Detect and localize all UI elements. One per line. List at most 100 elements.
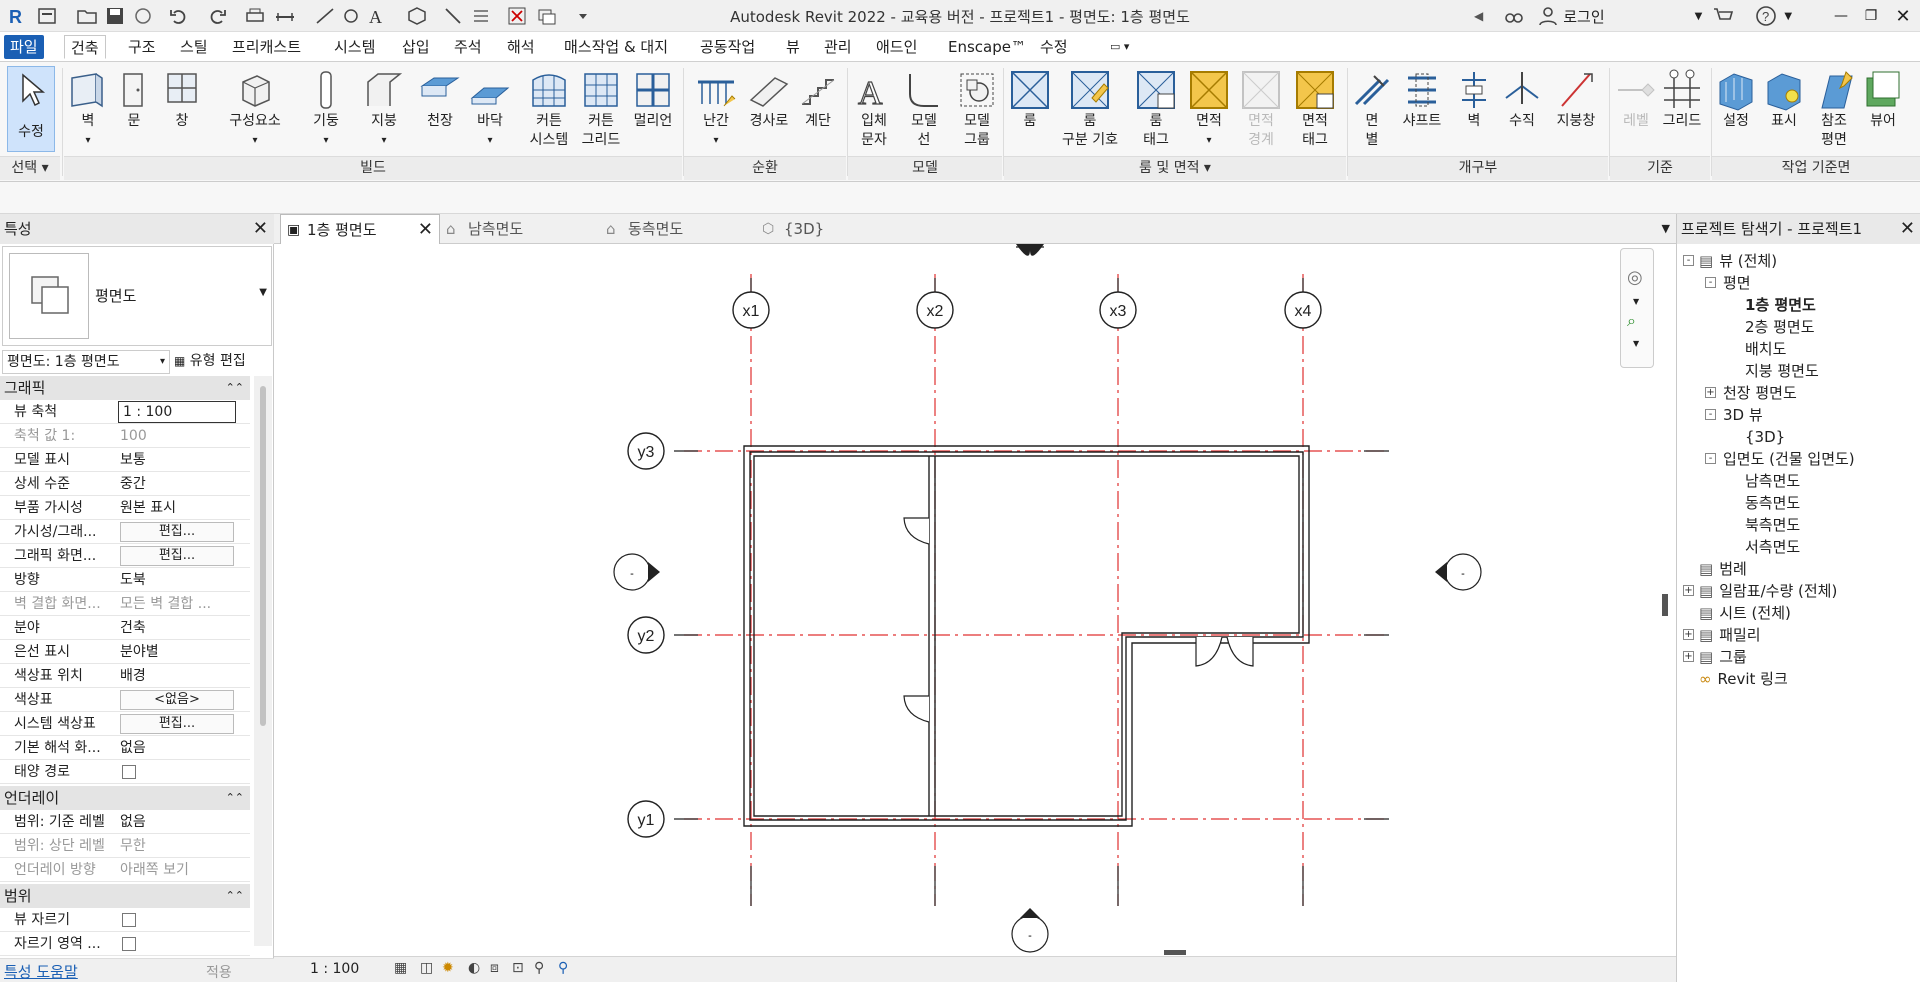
- prop-display-model[interactable]: 모델 표시 보통: [0, 448, 250, 472]
- tab-structure[interactable]: 구조: [122, 35, 162, 59]
- prop-color-scheme-location[interactable]: 색상표 위치 배경: [0, 664, 250, 688]
- tree-expander[interactable]: +: [1683, 651, 1694, 662]
- properties-scrollbar[interactable]: [254, 376, 272, 946]
- elevation-marker-west[interactable]: -: [613, 553, 660, 591]
- aligned-dimension-icon[interactable]: [314, 5, 336, 27]
- customize-qat-icon[interactable]: [572, 5, 594, 27]
- undo-icon[interactable]: [168, 5, 190, 27]
- browser-node[interactable]: ∞ Revit 링크: [1699, 668, 1788, 690]
- tab-list-dropdown-icon[interactable]: ▼: [1662, 222, 1670, 235]
- prop-orientation[interactable]: 방향 도북: [0, 568, 250, 592]
- sun-path-checkbox[interactable]: [122, 765, 136, 779]
- crop-region-checkbox[interactable]: [122, 937, 136, 951]
- login-link[interactable]: 로그인: [1563, 6, 1604, 27]
- tag-icon[interactable]: [340, 5, 362, 27]
- browser-node[interactable]: 천장 평면도: [1723, 382, 1797, 404]
- tab-enscape[interactable]: Enscape™: [942, 35, 1032, 59]
- zoom-dropdown-icon[interactable]: ▼: [1633, 339, 1639, 348]
- 3d-view-icon[interactable]: [406, 5, 428, 27]
- edit-type-button[interactable]: ▦ 유형 편집: [174, 350, 272, 374]
- help-dropdown-icon[interactable]: ▼: [1784, 11, 1792, 22]
- show-crop-icon[interactable]: ⊡: [512, 960, 524, 976]
- crop-view-checkbox[interactable]: [122, 913, 136, 927]
- redo-icon[interactable]: [206, 5, 228, 27]
- browser-node[interactable]: 동측면도: [1745, 492, 1800, 514]
- save-icon[interactable]: [104, 5, 126, 27]
- close-hidden-icon[interactable]: [506, 5, 528, 27]
- sun-path-icon[interactable]: ✹: [442, 960, 454, 976]
- canvas-scroll-thumb-vertical[interactable]: [1662, 594, 1668, 616]
- measure-icon[interactable]: [274, 5, 296, 27]
- tab-massing[interactable]: 매스작업 & 대지: [558, 35, 674, 59]
- prop-parts-visibility[interactable]: 부품 가시성 원본 표시: [0, 496, 250, 520]
- help-icon[interactable]: ?: [1754, 4, 1778, 28]
- browser-node[interactable]: 서측면도: [1745, 536, 1800, 558]
- browser-node[interactable]: ▤ 일람표/수량 (전체): [1699, 580, 1837, 602]
- doors[interactable]: [903, 517, 1254, 723]
- tab-view-1st-floor[interactable]: ▣ 1층 평면도 ✕: [280, 214, 440, 244]
- select-group-label[interactable]: 선택 ▾: [0, 156, 60, 180]
- prop-range-base-level[interactable]: 범위: 기준 레벨 없음: [0, 810, 250, 834]
- browser-node[interactable]: ▤ 시트 (전체): [1699, 602, 1791, 624]
- tree-expander[interactable]: -: [1705, 453, 1716, 464]
- tab-modify[interactable]: 수정: [1034, 35, 1074, 59]
- tab-manage[interactable]: 관리: [818, 35, 858, 59]
- view-scale-control[interactable]: 1 : 100: [310, 961, 359, 977]
- prop-detail-level[interactable]: 상세 수준 중간: [0, 472, 250, 496]
- revit-logo-icon[interactable]: R: [6, 5, 28, 27]
- browser-node[interactable]: 남측면도: [1745, 470, 1800, 492]
- detail-level-icon[interactable]: ▦: [394, 960, 407, 976]
- tab-architecture[interactable]: 건축: [64, 35, 106, 59]
- elevation-marker-south[interactable]: -: [1011, 908, 1049, 953]
- restore-icon[interactable]: ❐: [1860, 8, 1882, 24]
- tab-view-south[interactable]: ⌂ 남측면도: [442, 214, 592, 244]
- close-properties-icon[interactable]: ✕: [253, 214, 268, 244]
- prop-discipline[interactable]: 분야 건축: [0, 616, 250, 640]
- walls[interactable]: [743, 445, 1310, 827]
- room-area-group-label[interactable]: 룸 및 면적 ▾: [1004, 156, 1346, 180]
- tab-steel[interactable]: 스틸: [174, 35, 214, 59]
- thin-lines-icon[interactable]: [470, 5, 492, 27]
- tree-expander[interactable]: -: [1705, 409, 1716, 420]
- tree-expander[interactable]: -: [1683, 255, 1694, 266]
- tab-systems[interactable]: 시스템: [328, 35, 381, 59]
- browser-node[interactable]: ▤ 범례: [1699, 558, 1747, 580]
- browser-node[interactable]: 1층 평면도: [1745, 294, 1816, 316]
- tab-view-east[interactable]: ⌂ 동측면도: [602, 214, 752, 244]
- cart-icon[interactable]: [1712, 5, 1734, 27]
- tab-analyze[interactable]: 해석: [501, 35, 541, 59]
- user-icon[interactable]: [1537, 5, 1559, 27]
- reveal-hidden-icon[interactable]: ⚲: [558, 960, 568, 976]
- sync-icon[interactable]: [132, 5, 154, 27]
- visual-style-icon[interactable]: ◫: [420, 960, 433, 976]
- elevation-marker-east[interactable]: -: [1435, 553, 1482, 591]
- close-window-icon[interactable]: ✕: [1892, 6, 1914, 27]
- tab-view[interactable]: 뷰: [780, 35, 806, 59]
- minimize-icon[interactable]: —: [1830, 8, 1852, 24]
- shadows-icon[interactable]: ◐: [468, 960, 480, 976]
- temporary-hide-icon[interactable]: ⚲: [534, 960, 544, 976]
- canvas-scroll-thumb-horizontal[interactable]: [1164, 950, 1186, 955]
- zoom-region-icon[interactable]: ⌕: [1627, 311, 1636, 331]
- category-graphics[interactable]: 그래픽 ⌃⌃: [0, 376, 250, 400]
- type-preview[interactable]: 평면도 ▼: [2, 246, 272, 346]
- browser-node[interactable]: 평면: [1723, 272, 1751, 294]
- info-left-arrow-icon[interactable]: ◀: [1474, 9, 1483, 23]
- tree-expander[interactable]: +: [1705, 387, 1716, 398]
- panel-toggle-icon[interactable]: ▭ ▾: [1104, 35, 1135, 59]
- browser-node[interactable]: {3D}: [1745, 426, 1785, 448]
- browser-node[interactable]: ▤ 뷰 (전체): [1699, 250, 1777, 272]
- browser-node[interactable]: ▤ 패밀리: [1699, 624, 1761, 646]
- close-browser-icon[interactable]: ✕: [1900, 214, 1915, 244]
- view-scale-input[interactable]: 1 : 100: [118, 401, 236, 423]
- modify-select-button[interactable]: 수정: [7, 66, 55, 152]
- instance-selector[interactable]: 평면도: 1층 평면도 ▾: [2, 350, 170, 374]
- print-icon[interactable]: [244, 5, 266, 27]
- tree-expander[interactable]: +: [1683, 629, 1694, 640]
- properties-help-link[interactable]: 특성 도움말: [4, 961, 78, 982]
- browser-node[interactable]: 북측면도: [1745, 514, 1800, 536]
- crop-view-icon[interactable]: ⧈: [490, 960, 499, 976]
- login-dropdown-icon[interactable]: ▼: [1695, 11, 1703, 22]
- browser-node[interactable]: 입면도 (건물 입면도): [1723, 448, 1855, 470]
- binoculars-icon[interactable]: [1503, 5, 1525, 27]
